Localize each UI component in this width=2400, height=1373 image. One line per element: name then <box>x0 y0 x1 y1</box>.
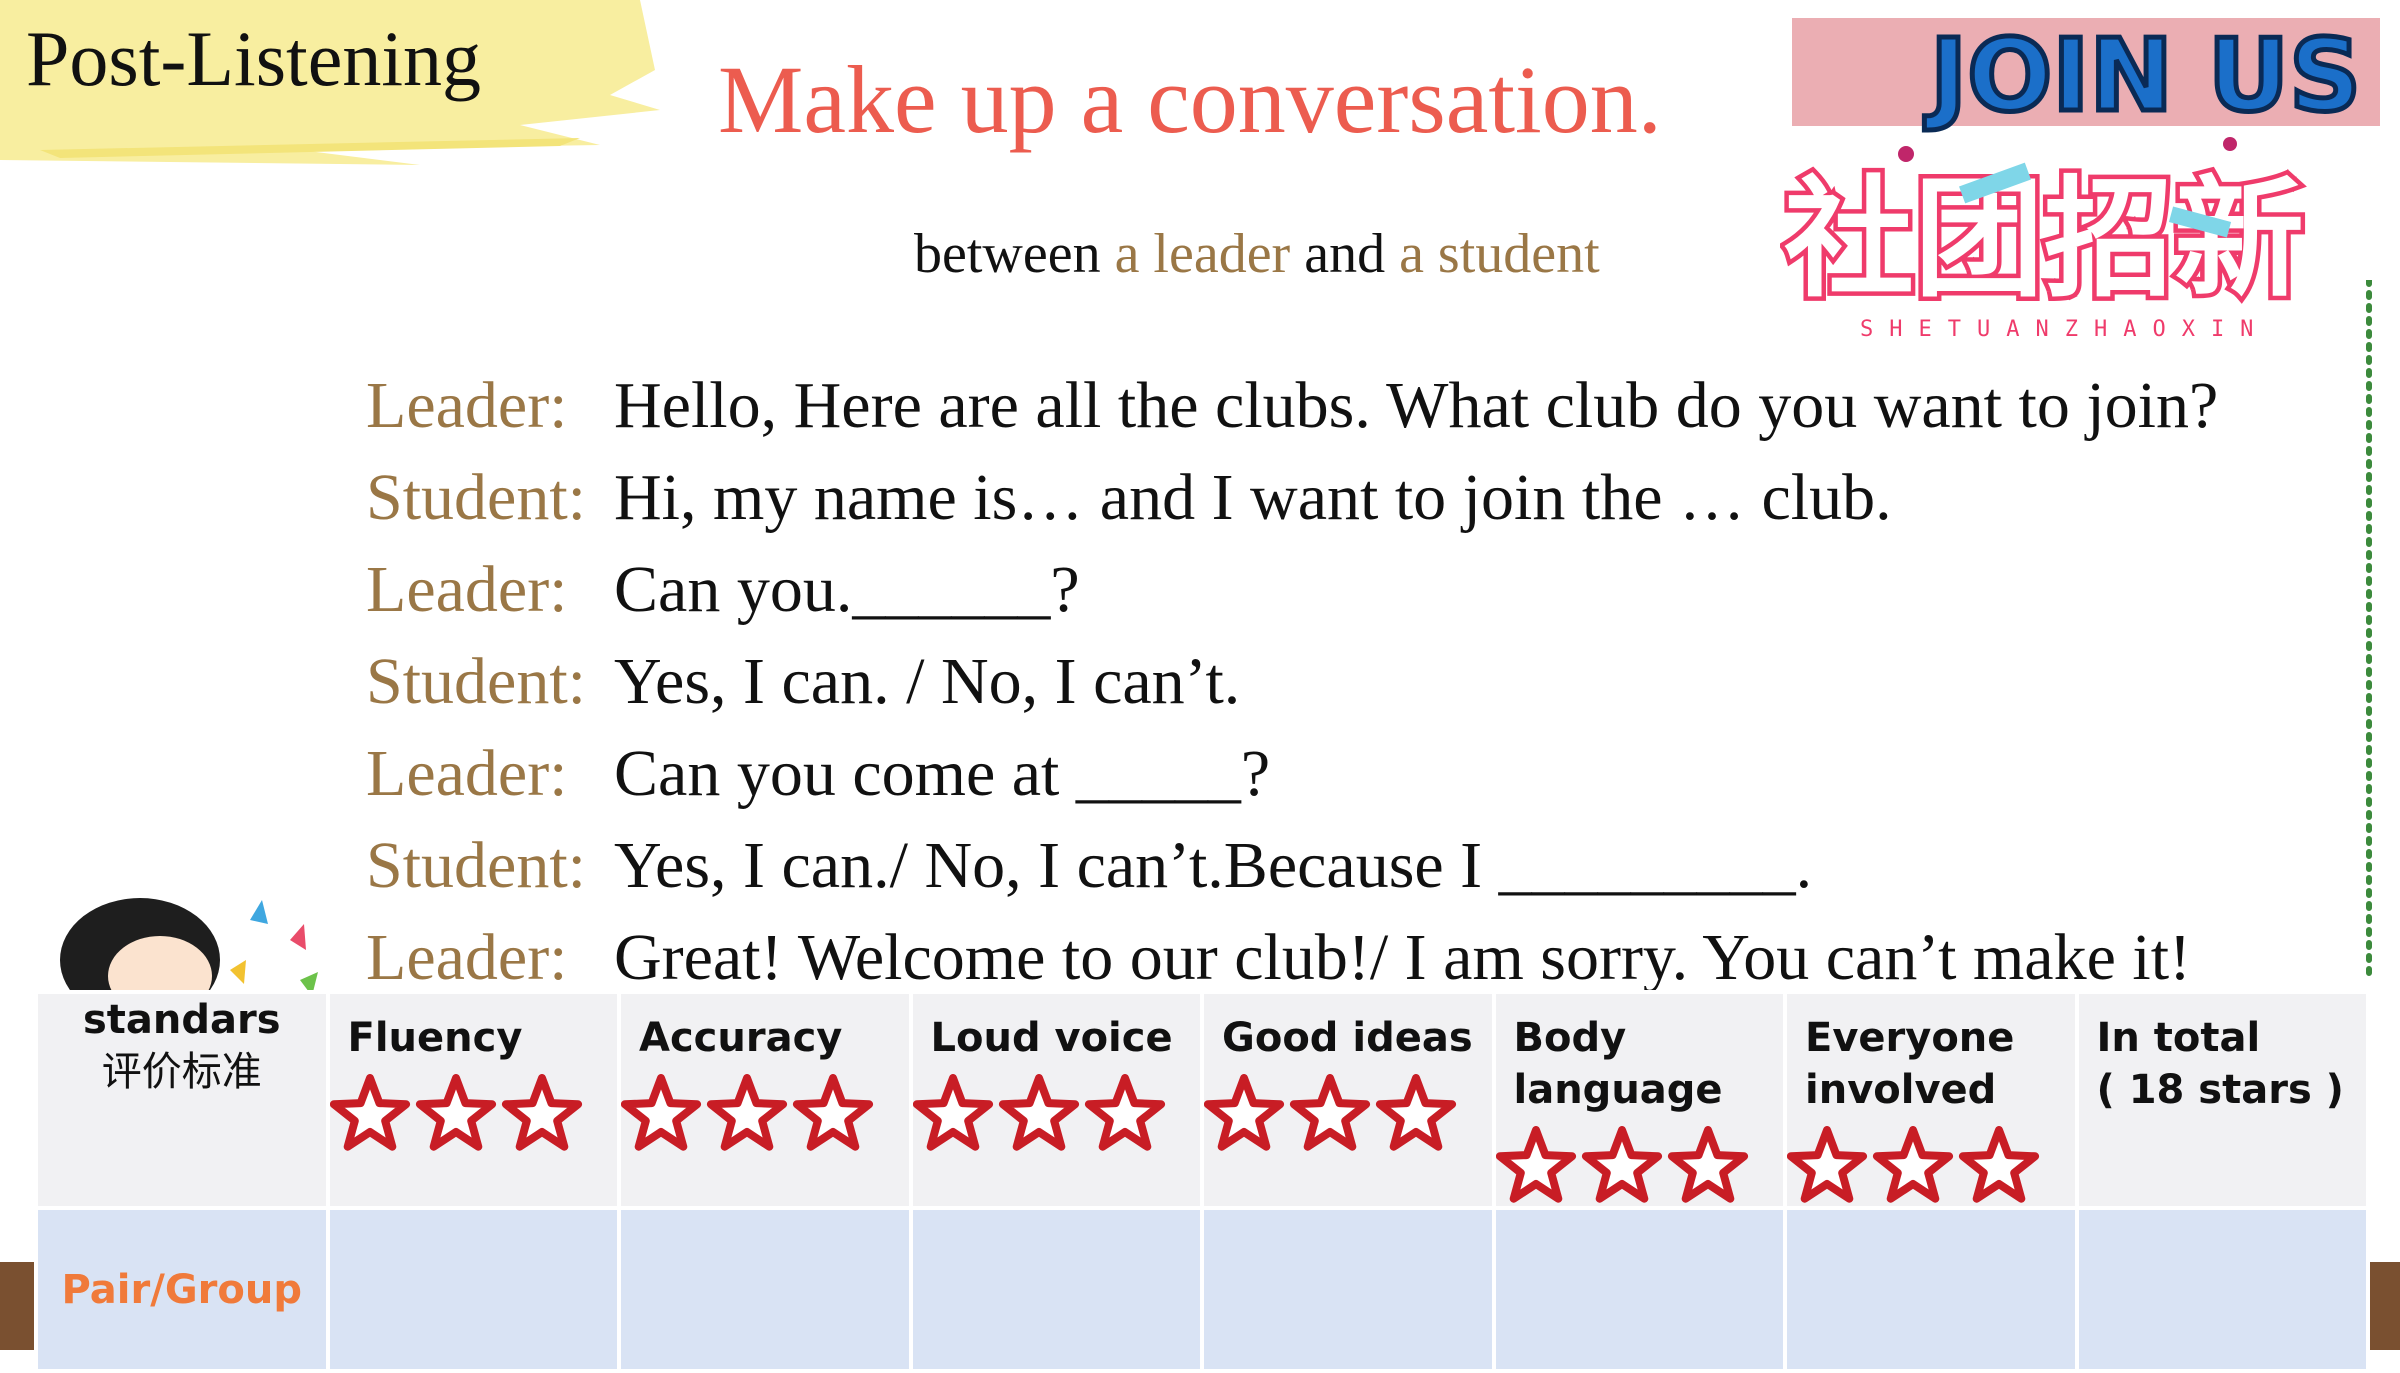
speaker-label: Leader: <box>366 369 568 442</box>
subtitle-role-leader: a leader <box>1114 223 1291 285</box>
dialogue-line: Leader: Can you.______? <box>366 544 2218 636</box>
score-cell[interactable] <box>1200 1206 1496 1373</box>
total-label-text: In total <box>2096 1015 2261 1061</box>
dialogue-line: Student: Yes, I can./ No, I can’t.Because… <box>366 820 2218 912</box>
star-icon <box>1787 1126 1868 1203</box>
criterion-label: Everyone involved <box>1805 1015 2015 1113</box>
star-icon <box>1289 1074 1371 1151</box>
evaluation-table: standars 评价标准 Fluency Accuracy Loud voice… <box>34 990 2370 1373</box>
dialogue-text: Great! Welcome to our club!/ I am sorry.… <box>614 921 2192 994</box>
speaker-label: Leader: <box>366 737 568 810</box>
star-icon <box>1084 1074 1165 1151</box>
table-header-row: standars 评价标准 Fluency Accuracy Loud voice… <box>34 990 2370 1210</box>
star-icon <box>1204 1074 1285 1151</box>
subtitle-role-student: a student <box>1399 223 1600 285</box>
dialogue-text: Yes, I can. / No, I can’t. <box>614 645 1241 718</box>
speaker-label: Leader: <box>366 921 568 994</box>
criterion-label: Good ideas <box>1222 1015 1473 1061</box>
star-icon <box>1375 1074 1457 1151</box>
star-icon <box>912 1074 993 1151</box>
star-rating <box>912 1074 1165 1151</box>
total-label: In total ( 18 stars ) <box>2079 994 2367 1116</box>
standards-label-en: standars <box>82 997 281 1043</box>
star-icon <box>501 1074 582 1151</box>
star-icon <box>1958 1126 2040 1203</box>
star-icon <box>415 1074 496 1151</box>
logo-dot-decoration <box>1898 146 1914 162</box>
subtitle: between a leader and a student <box>914 222 1600 286</box>
total-cell: In total ( 18 stars ) <box>2074 990 2370 1210</box>
star-icon <box>621 1074 702 1151</box>
logo-pinyin-text: SHETUANZHAOXIN <box>1860 317 2269 342</box>
logo-chinese-text: 社团招新 <box>1784 163 2304 315</box>
dialogue-line: Leader: Can you come at _____? <box>366 728 2218 820</box>
criterion-label: Loud voice <box>930 1015 1173 1061</box>
speaker-label: Student: <box>366 461 587 534</box>
speaker-label: Student: <box>366 829 587 902</box>
star-icon <box>329 1074 410 1151</box>
star-rating <box>621 1074 874 1151</box>
criterion-cell: Fluency <box>325 990 621 1210</box>
criterion-cell: Good ideas <box>1200 990 1496 1210</box>
logo-join-us-text: JOIN US <box>1924 17 2361 134</box>
criterion-label: Fluency <box>347 1015 523 1061</box>
star-rating <box>1204 1074 1457 1151</box>
dialogue-text: Yes, I can./ No, I can’t.Because I _____… <box>614 829 1813 902</box>
section-tag: Post-Listening <box>26 15 482 102</box>
dialogue-text: Can you.______? <box>614 553 1080 626</box>
star-icon <box>998 1074 1079 1151</box>
score-cell[interactable] <box>1491 1206 1787 1373</box>
standards-label-zh: 评价标准 <box>101 1049 262 1095</box>
criterion-label: Accuracy <box>639 1015 843 1061</box>
score-cell[interactable] <box>908 1206 1204 1373</box>
dialogue-text: Hi, my name is… and I want to join the …… <box>614 461 1892 534</box>
star-rating <box>1495 1126 1748 1203</box>
score-cell[interactable] <box>325 1206 621 1373</box>
star-icon <box>1872 1126 1954 1203</box>
score-cell[interactable] <box>2074 1206 2370 1373</box>
criterion-label: Body language <box>1513 1015 1723 1113</box>
criterion-cell: Body language <box>1491 990 1787 1210</box>
criterion-cell: Loud voice <box>908 990 1204 1210</box>
standards-cell: standars 评价标准 <box>34 990 330 1210</box>
dialogue: Leader: Hello, Here are all the clubs. Wh… <box>366 360 2218 1004</box>
subtitle-middle: and <box>1290 223 1400 285</box>
join-us-logo: JOIN US 社团招新 SHETUANZHAOXIN <box>1780 15 2380 342</box>
page-title: Make up a conversation. <box>718 46 1662 153</box>
criterion-cell: Accuracy <box>617 990 913 1210</box>
score-cell[interactable] <box>1783 1206 2079 1373</box>
dialogue-line: Student: Yes, I can. / No, I can’t. <box>366 636 2218 728</box>
logo-dot-decoration <box>2223 137 2237 151</box>
star-rating <box>329 1074 582 1151</box>
star-rating <box>1787 1126 2040 1203</box>
dotted-border-decoration <box>2366 280 2372 980</box>
speaker-label: Leader: <box>366 553 568 626</box>
dialogue-line: Leader: Hello, Here are all the clubs. Wh… <box>366 360 2218 452</box>
star-icon <box>1667 1126 1748 1203</box>
subtitle-prefix: between <box>914 223 1115 285</box>
criterion-cell: Everyone involved <box>1783 990 2079 1210</box>
cartoon-girl-illustration <box>60 898 318 1000</box>
star-icon <box>1495 1126 1576 1203</box>
speaker-label: Student: <box>366 645 587 718</box>
dialogue-text: Can you come at _____? <box>614 737 1271 810</box>
pair-group-label: Pair/Group <box>34 1206 330 1373</box>
score-cell[interactable] <box>617 1206 913 1373</box>
dialogue-line: Student: Hi, my name is… and I want to jo… <box>366 452 2218 544</box>
table-row: Pair/Group <box>34 1206 2370 1373</box>
total-note-text: ( 18 stars ) <box>2096 1067 2344 1113</box>
star-icon <box>792 1074 874 1151</box>
star-icon <box>706 1074 788 1151</box>
star-icon <box>1581 1126 1662 1203</box>
dialogue-text: Hello, Here are all the clubs. What club… <box>614 369 2219 442</box>
